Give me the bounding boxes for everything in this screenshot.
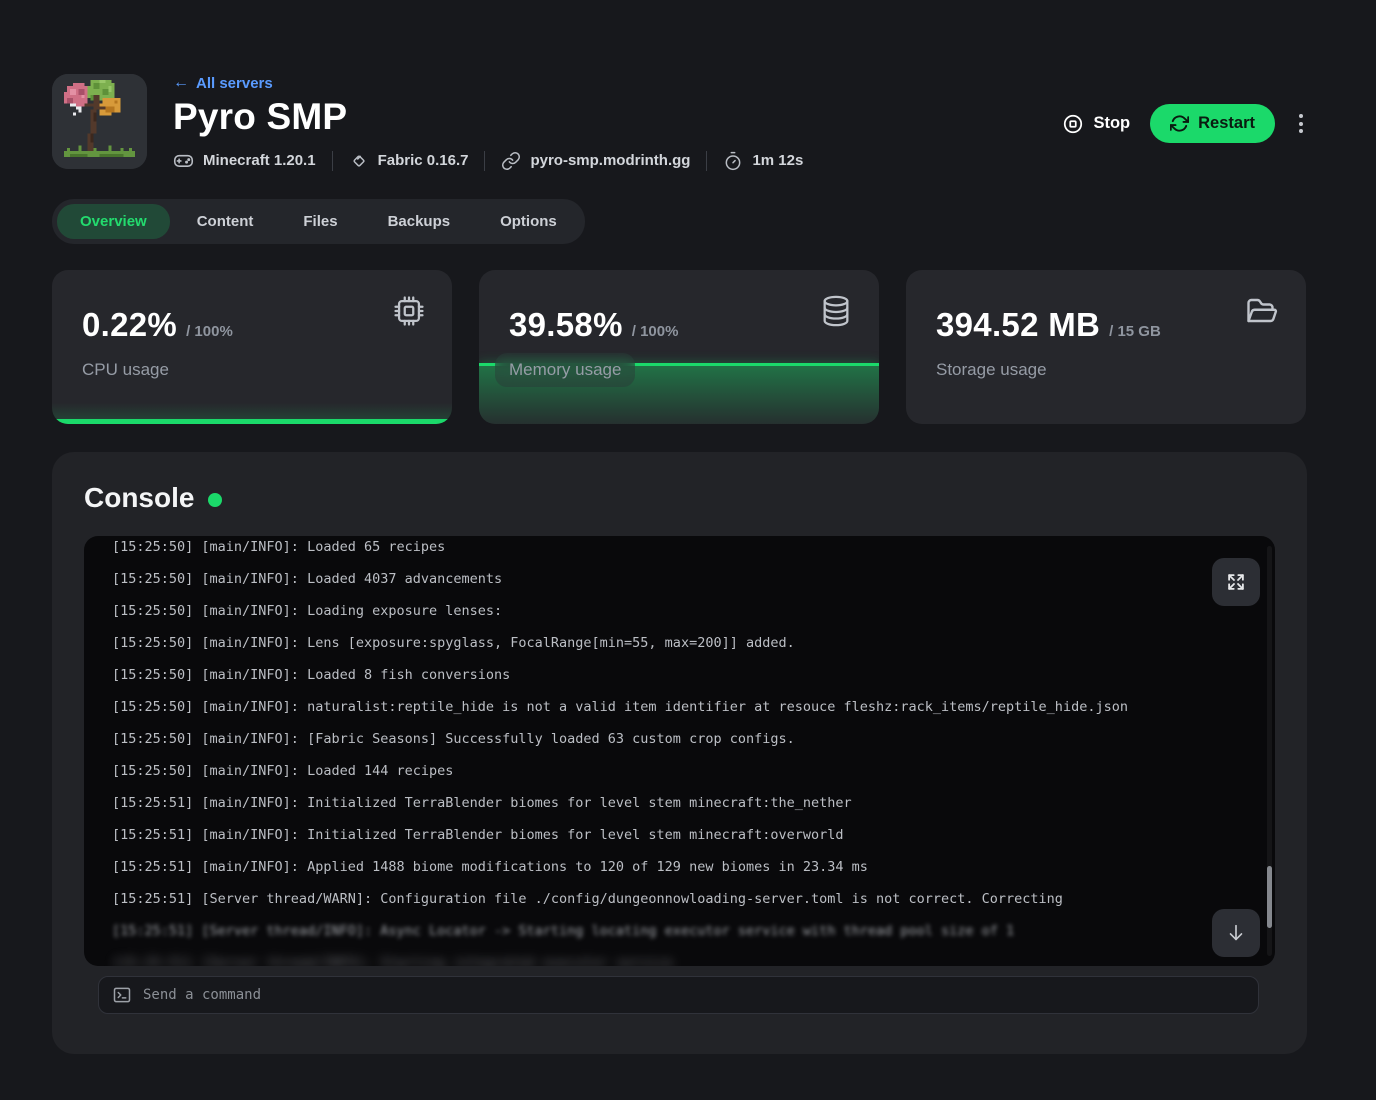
divider [706, 151, 707, 171]
tab-files[interactable]: Files [280, 204, 360, 239]
cpu-usage-card: 0.22% / 100% CPU usage [52, 270, 452, 424]
kebab-dot [1299, 129, 1303, 133]
command-input[interactable] [143, 987, 1245, 1003]
back-arrow-icon: ← [173, 74, 189, 92]
console-line: [15:25:51] [main/INFO]: Initialized Terr… [112, 787, 1215, 819]
back-label: All servers [196, 75, 273, 92]
divider [484, 151, 485, 171]
server-domain[interactable]: pyro-smp.modrinth.gg [501, 151, 690, 171]
console-card: Console [15:25:50] [main/INFO]: Loaded 6… [52, 452, 1307, 1054]
server-meta: Minecraft 1.20.1 Fabric 0.16.7 [173, 150, 1062, 171]
link-icon [501, 151, 521, 171]
cpu-value: 0.22% [82, 306, 177, 344]
console-line: [15:25:51] [main/INFO]: Initialized Terr… [112, 819, 1215, 851]
kebab-dot [1299, 122, 1303, 126]
expand-icon [1225, 571, 1247, 593]
divider [332, 151, 333, 171]
storage-usage-card: 394.52 MB / 15 GB Storage usage [906, 270, 1306, 424]
cpu-max: / 100% [186, 323, 233, 340]
arrow-down-icon [1225, 922, 1247, 944]
memory-usage-card: 39.58% / 100% Memory usage [479, 270, 879, 424]
pixel-tree-image [52, 74, 147, 169]
server-page: ← All servers Pyro SMP Minecraft 1.20.1 [52, 74, 1307, 1054]
console-title: Console [84, 482, 194, 514]
console-line: [15:25:50] [main/INFO]: [Fabric Seasons]… [112, 723, 1215, 755]
memory-max: / 100% [632, 323, 679, 340]
console-line: [15:25:50] [main/INFO]: naturalist:repti… [112, 691, 1215, 723]
console-line: [15:25:51] [Server thread/WARN]: Configu… [112, 883, 1215, 915]
server-uptime: 1m 12s [723, 151, 803, 171]
gamepad-icon [173, 150, 194, 171]
memory-label: Memory usage [509, 360, 849, 387]
console-line: [15:25:50] [main/INFO]: Loaded 4037 adva… [112, 563, 1215, 595]
stopwatch-icon [723, 151, 743, 171]
server-icon [52, 74, 147, 169]
cpu-label: CPU usage [82, 360, 422, 380]
console-scrollbar-track[interactable] [1267, 546, 1272, 956]
kebab-dot [1299, 114, 1303, 118]
restart-button[interactable]: Restart [1150, 104, 1275, 143]
stop-button[interactable]: Stop [1062, 113, 1130, 135]
console-line: [15:25:51] [Server thread/INFO]: Startin… [112, 947, 1215, 966]
console-line: [15:25:51] [main/INFO]: Applied 1488 bio… [112, 851, 1215, 883]
server-header: ← All servers Pyro SMP Minecraft 1.20.1 [52, 74, 1307, 171]
console-line: [15:25:50] [main/INFO]: Loaded 144 recip… [112, 755, 1215, 787]
console-viewport: [15:25:50] [main/INFO]: Loaded 65 recipe… [84, 536, 1275, 966]
memory-value: 39.58% [509, 306, 623, 344]
console-line: [15:25:50] [main/INFO]: Loaded 65 recipe… [112, 536, 1215, 563]
expand-console-button[interactable] [1212, 558, 1260, 606]
stop-icon [1062, 113, 1084, 135]
back-to-all-servers-link[interactable]: ← All servers [173, 74, 273, 92]
console-scrollbar-thumb[interactable] [1267, 866, 1272, 928]
more-options-button[interactable] [1295, 110, 1307, 137]
tab-backups[interactable]: Backups [365, 204, 474, 239]
server-tabs: OverviewContentFilesBackupsOptions [52, 199, 585, 244]
loader-version: Fabric 0.16.7 [349, 151, 469, 171]
storage-label: Storage usage [936, 360, 1276, 380]
restart-icon [1170, 114, 1189, 133]
tab-options[interactable]: Options [477, 204, 580, 239]
console-line: [15:25:50] [main/INFO]: Loaded 8 fish co… [112, 659, 1215, 691]
console-log[interactable]: [15:25:50] [main/INFO]: Loaded 65 recipe… [84, 536, 1275, 966]
scroll-to-bottom-button[interactable] [1212, 909, 1260, 957]
stats-row: 0.22% / 100% CPU usage 39.58% / 100% Mem… [52, 270, 1307, 424]
online-status-dot [208, 493, 222, 507]
server-actions: Stop Restart [1062, 104, 1307, 143]
cpu-usage-graph [52, 419, 452, 424]
console-line: [15:25:51] [Server thread/INFO]: Async L… [112, 915, 1215, 947]
tab-overview[interactable]: Overview [57, 204, 170, 239]
game-version: Minecraft 1.20.1 [173, 150, 316, 171]
console-line: [15:25:50] [main/INFO]: Loading exposure… [112, 595, 1215, 627]
storage-value: 394.52 MB [936, 306, 1100, 344]
terminal-icon [112, 985, 132, 1005]
console-line: [15:25:50] [main/INFO]: Lens [exposure:s… [112, 627, 1215, 659]
console-header: Console [84, 482, 1275, 514]
command-bar [98, 976, 1259, 1014]
storage-max: / 15 GB [1109, 323, 1161, 340]
page-title: Pyro SMP [173, 96, 1062, 138]
tab-content[interactable]: Content [174, 204, 277, 239]
fabric-loader-icon [349, 151, 369, 171]
